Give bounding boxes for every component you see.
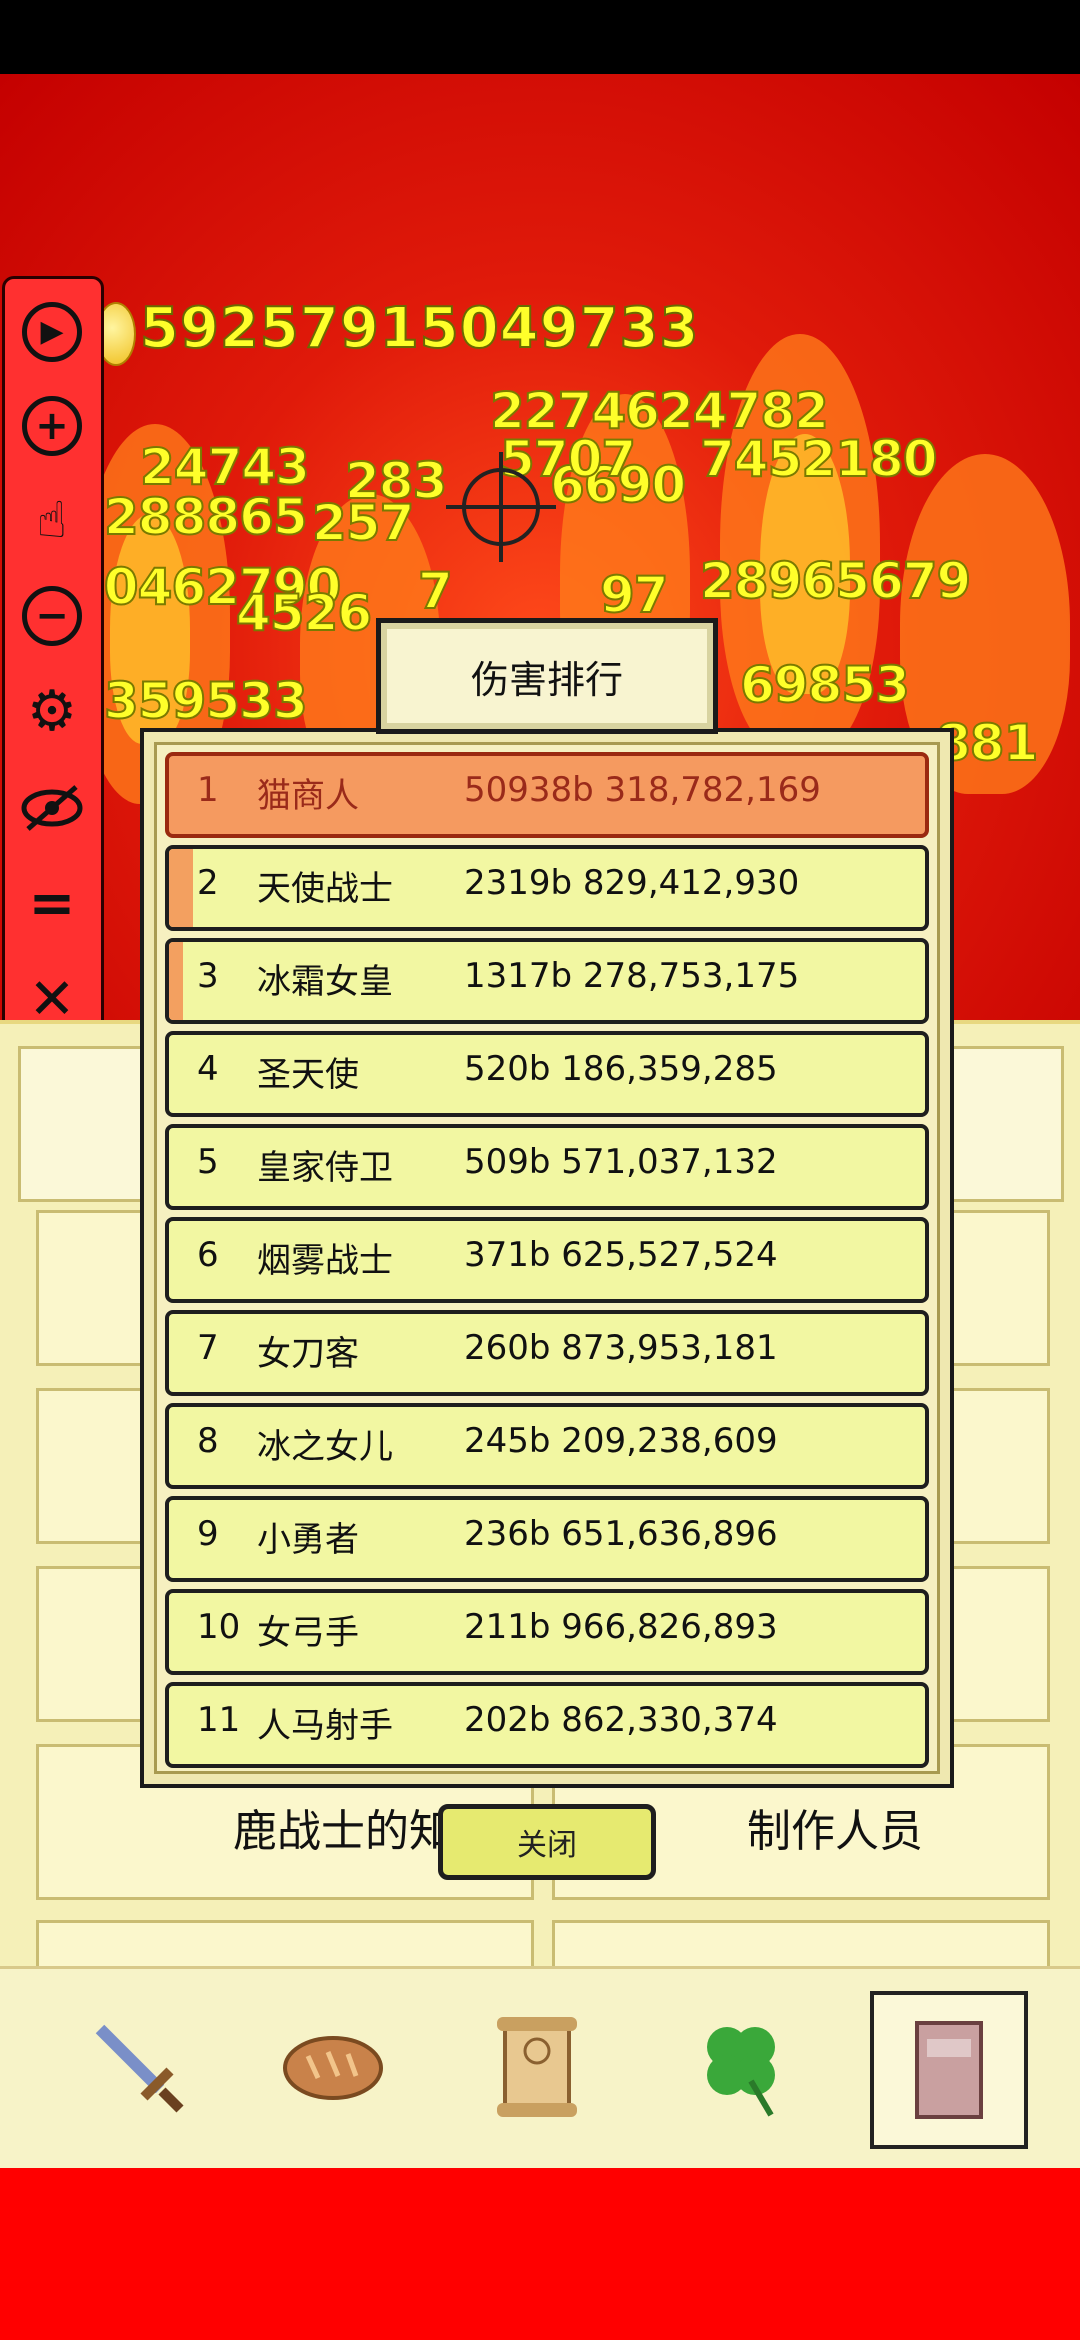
- hero-name: 皇家侍卫: [257, 1148, 393, 1188]
- hero-name: 女刀客: [257, 1334, 359, 1374]
- damage-value: 236b 651,636,896: [464, 1514, 778, 1554]
- book-icon[interactable]: [870, 1991, 1028, 2149]
- damage-value: 211b 966,826,893: [464, 1607, 778, 1647]
- damage-value: 520b 186,359,285: [464, 1049, 778, 1089]
- rank-number: 10: [197, 1607, 241, 1647]
- ranking-row: 4 圣天使 520b 186,359,285: [165, 1031, 929, 1117]
- ranking-row: 5 皇家侍卫 509b 571,037,132: [165, 1124, 929, 1210]
- status-bar: [0, 0, 1080, 74]
- hero-name: 小勇者: [257, 1520, 359, 1560]
- hero-name: 冰霜女皇: [257, 962, 393, 1002]
- credits-card-label: 制作人员: [747, 1806, 923, 1857]
- ranking-row: 9 小勇者 236b 651,636,896: [165, 1496, 929, 1582]
- bread-icon[interactable]: [258, 1991, 408, 2141]
- hero-name: 冰之女儿: [257, 1427, 393, 1467]
- hero-name: 女弓手: [257, 1613, 359, 1653]
- close-button[interactable]: 关闭: [438, 1804, 656, 1880]
- damage-number: 97: [599, 565, 670, 625]
- damage-value: 509b 571,037,132: [464, 1142, 778, 1182]
- damage-number: 288865: [103, 487, 309, 547]
- damage-value: 1317b 278,753,175: [464, 956, 800, 996]
- rank-number: 3: [197, 956, 219, 996]
- hero-name: 烟雾战士: [257, 1241, 393, 1281]
- damage-value: 2319b 829,412,930: [464, 863, 800, 903]
- side-toolbar: ▶ + ☝ − ⚙ = ✕: [2, 276, 104, 1058]
- rank-number: 11: [197, 1700, 241, 1740]
- hero-name: 人马射手: [257, 1706, 393, 1746]
- crosshair-icon: [446, 452, 556, 562]
- bottom-bar-background: [0, 2168, 1080, 2340]
- ranking-row: 6 烟雾战士 371b 625,527,524: [165, 1217, 929, 1303]
- damage-number: 7: [417, 561, 454, 621]
- rank-number: 4: [197, 1049, 219, 1089]
- ranking-row: 11 人马射手 202b 862,330,374: [165, 1682, 929, 1768]
- damage-value: 371b 625,527,524: [464, 1235, 778, 1275]
- dialog-title: 伤害排行: [376, 618, 718, 734]
- scroll-icon[interactable]: [462, 1991, 612, 2141]
- rank-number: 1: [197, 770, 219, 810]
- ranking-row: 3 冰霜女皇 1317b 278,753,175: [165, 938, 929, 1024]
- ranking-row: 8 冰之女儿 245b 209,238,609: [165, 1403, 929, 1489]
- menu-icon[interactable]: =: [17, 869, 87, 939]
- damage-number: 257: [311, 493, 415, 553]
- play-icon[interactable]: ▶: [17, 297, 87, 367]
- rank-number: 9: [197, 1514, 219, 1554]
- hero-name: 猫商人: [257, 776, 359, 816]
- damage-value: 245b 209,238,609: [464, 1421, 778, 1461]
- hide-icon[interactable]: [17, 773, 87, 843]
- ranking-row: 10 女弓手 211b 966,826,893: [165, 1589, 929, 1675]
- damage-value: 202b 862,330,374: [464, 1700, 778, 1740]
- ranking-row: 2 天使战士 2319b 829,412,930: [165, 845, 929, 931]
- zoom-out-icon[interactable]: −: [17, 581, 87, 651]
- damage-number: 359533: [103, 671, 309, 731]
- damage-share-bar: [169, 942, 183, 1020]
- rank-number: 2: [197, 863, 219, 903]
- damage-value: 260b 873,953,181: [464, 1328, 778, 1368]
- damage-share-bar: [169, 849, 193, 927]
- damage-number: 4526: [235, 583, 373, 643]
- damage-number: 28965679: [699, 551, 972, 611]
- hero-name: 天使战士: [257, 869, 393, 909]
- gold-counter: 59257915049733: [139, 295, 700, 362]
- damage-number: 69853: [739, 655, 911, 715]
- rank-number: 7: [197, 1328, 219, 1368]
- rank-number: 5: [197, 1142, 219, 1182]
- tap-icon[interactable]: ☝: [17, 485, 87, 555]
- bottom-tab-bar: [0, 1966, 1080, 2169]
- gear-icon[interactable]: ⚙: [17, 677, 87, 747]
- zoom-in-icon[interactable]: +: [17, 391, 87, 461]
- ranking-row: 1 猫商人 50938b 318,782,169: [165, 752, 929, 838]
- hero-name: 圣天使: [257, 1055, 359, 1095]
- rank-number: 8: [197, 1421, 219, 1461]
- clover-icon[interactable]: [666, 1991, 816, 2141]
- ranking-row: 7 女刀客 260b 873,953,181: [165, 1310, 929, 1396]
- rank-number: 6: [197, 1235, 219, 1275]
- damage-value: 50938b 318,782,169: [464, 770, 821, 810]
- dialog-title-text: 伤害排行: [470, 657, 623, 702]
- damage-number: 7452180: [699, 429, 939, 489]
- sword-icon[interactable]: [62, 1991, 212, 2141]
